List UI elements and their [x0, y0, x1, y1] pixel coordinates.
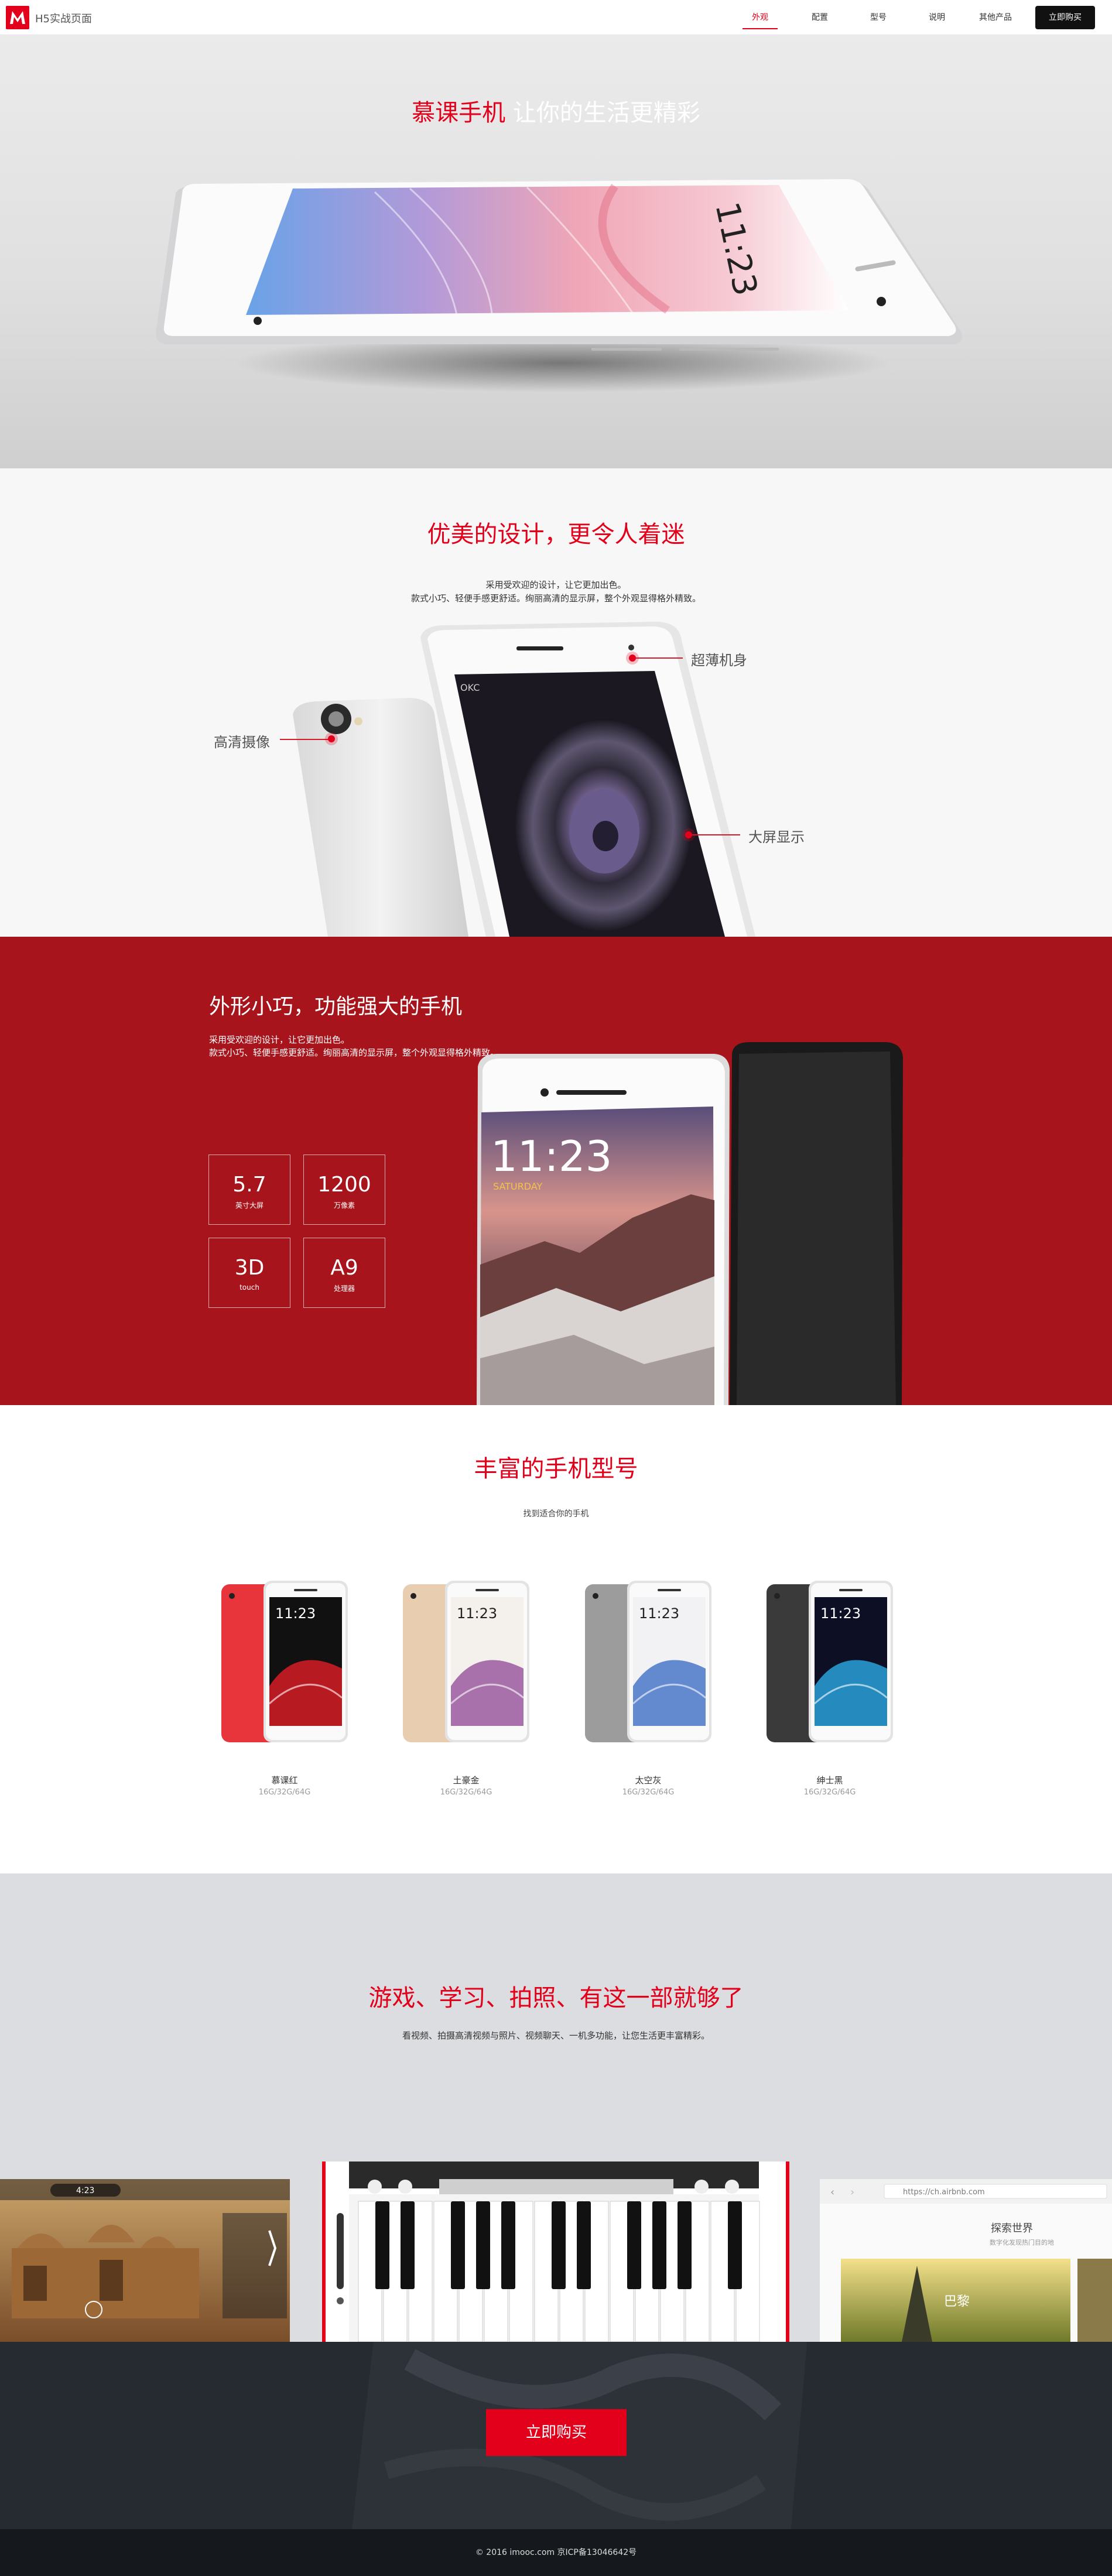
- callout-body-dot[interactable]: [629, 655, 636, 662]
- buy-now-button[interactable]: 立即购买: [486, 2409, 627, 2456]
- piano-black-key[interactable]: [401, 2201, 415, 2289]
- browser-heading: 探索世界: [991, 2222, 1033, 2235]
- piano-black-key[interactable]: [627, 2201, 641, 2289]
- piano-black-key[interactable]: [552, 2201, 566, 2289]
- game-timer: 4:23: [76, 2186, 94, 2195]
- model-name: 绅士黑: [816, 1775, 843, 1786]
- piano-black-key[interactable]: [728, 2201, 742, 2289]
- model-phone-image: 11:23: [767, 1581, 893, 1742]
- features-phone-clock: 11:23: [491, 1132, 613, 1181]
- apps-screens-image: 4:23 ‹ › https://ch.airbnb.com 探索世界 数字化发…: [0, 2161, 1112, 2342]
- nav-item-other-products[interactable]: 其他产品: [972, 0, 1019, 35]
- browser-url: https://ch.airbnb.com: [903, 2188, 985, 2197]
- piano-black-key[interactable]: [476, 2201, 490, 2289]
- svg-text:‹: ‹: [830, 2186, 834, 2198]
- site-header: H5实战页面 外观 配置 型号 说明 其他产品 立即购买: [0, 0, 1112, 35]
- models-title: 丰富的手机型号: [474, 1455, 638, 1482]
- callout-screen-dot[interactable]: [685, 831, 692, 838]
- piano-black-key[interactable]: [678, 2201, 692, 2289]
- nav-item-models[interactable]: 型号: [861, 0, 896, 35]
- model-spec: 16G/32G/64G: [803, 1788, 856, 1797]
- piano-black-key[interactable]: [501, 2201, 515, 2289]
- model-phone-clock: 11:23: [275, 1605, 316, 1622]
- model-name: 慕课红: [271, 1775, 298, 1786]
- nav-item-config[interactable]: 配置: [802, 0, 837, 35]
- hero-section: 慕课手机 让你的生活更精彩 11:23: [0, 35, 1112, 468]
- callout-camera-dot[interactable]: [328, 735, 335, 742]
- buy-section: 立即购买: [0, 2342, 1112, 2529]
- apps-section: 游戏、学习、拍照、有这一部就够了 看视频、拍摄高清视频与照片、视频聊天、一机多功…: [0, 1873, 1112, 2342]
- model-name: 土豪金: [453, 1775, 480, 1786]
- design-phones-image: OKC: [293, 622, 755, 937]
- model-card-red[interactable]: 11:23 慕课红 16G/32G/64G: [220, 1581, 349, 1797]
- features-phones-image: 11:23 SATURDAY: [477, 1042, 903, 1405]
- model-spec: 16G/32G/64G: [622, 1788, 675, 1797]
- site-footer: © 2016 imooc.com 京ICP备13046642号: [0, 2529, 1112, 2576]
- browser-subheading: 数字化发现热门目的地: [990, 2238, 1054, 2246]
- callout-screen-line: [692, 834, 740, 835]
- piano-black-key[interactable]: [577, 2201, 591, 2289]
- browser-city: 巴黎: [944, 2294, 970, 2309]
- model-spec: 16G/32G/64G: [258, 1788, 311, 1797]
- svg-text:›: ›: [850, 2186, 854, 2198]
- model-card-gray[interactable]: 11:23 太空灰 16G/32G/64G: [584, 1581, 713, 1797]
- hero-phone-image: 11:23: [156, 179, 963, 392]
- model-phone-clock: 11:23: [820, 1605, 861, 1622]
- model-card-black[interactable]: 11:23 绅士黑 16G/32G/64G: [765, 1581, 894, 1797]
- callout-body-label: 超薄机身: [691, 652, 747, 669]
- models-section: 丰富的手机型号 找到适合你的手机 11:23 慕课红 16G/32G/64G 1…: [0, 1405, 1112, 1873]
- model-phone-clock: 11:23: [457, 1605, 497, 1622]
- logo-icon[interactable]: [6, 6, 29, 29]
- model-phone-clock: 11:23: [639, 1605, 679, 1622]
- buy-now-header-button[interactable]: 立即购买: [1035, 6, 1095, 29]
- callout-screen-label: 大屏显示: [748, 829, 805, 845]
- model-phone-image: 11:23: [403, 1581, 529, 1742]
- model-phone-image: 11:23: [221, 1581, 348, 1742]
- brand-name: H5实战页面: [35, 13, 92, 25]
- nav-item-appearance[interactable]: 外观: [743, 0, 778, 35]
- phone-brand-text: OKC: [460, 682, 480, 693]
- nav-item-guide[interactable]: 说明: [919, 0, 954, 35]
- piano-black-key[interactable]: [451, 2201, 465, 2289]
- callout-body-line: [636, 657, 683, 659]
- model-name: 太空灰: [635, 1775, 662, 1786]
- piano-black-key[interactable]: [652, 2201, 666, 2289]
- callout-camera-line: [280, 739, 330, 740]
- models-subtitle: 找到适合你的手机: [523, 1509, 589, 1519]
- design-section: 优美的设计，更令人着迷 采用受欢迎的设计，让它更加出色。 款式小巧、轻便手感更舒…: [0, 468, 1112, 937]
- features-phone-day: SATURDAY: [493, 1181, 543, 1192]
- callout-camera-label: 高清摄像: [214, 734, 270, 751]
- model-spec: 16G/32G/64G: [440, 1788, 492, 1797]
- model-phone-image: 11:23: [585, 1581, 711, 1742]
- piano-black-key[interactable]: [375, 2201, 389, 2289]
- features-section: 外形小巧，功能强大的手机 采用受欢迎的设计，让它更加出色。 款式小巧、轻便手感更…: [0, 937, 1112, 1405]
- model-card-gold[interactable]: 11:23 土豪金 16G/32G/64G: [402, 1581, 531, 1797]
